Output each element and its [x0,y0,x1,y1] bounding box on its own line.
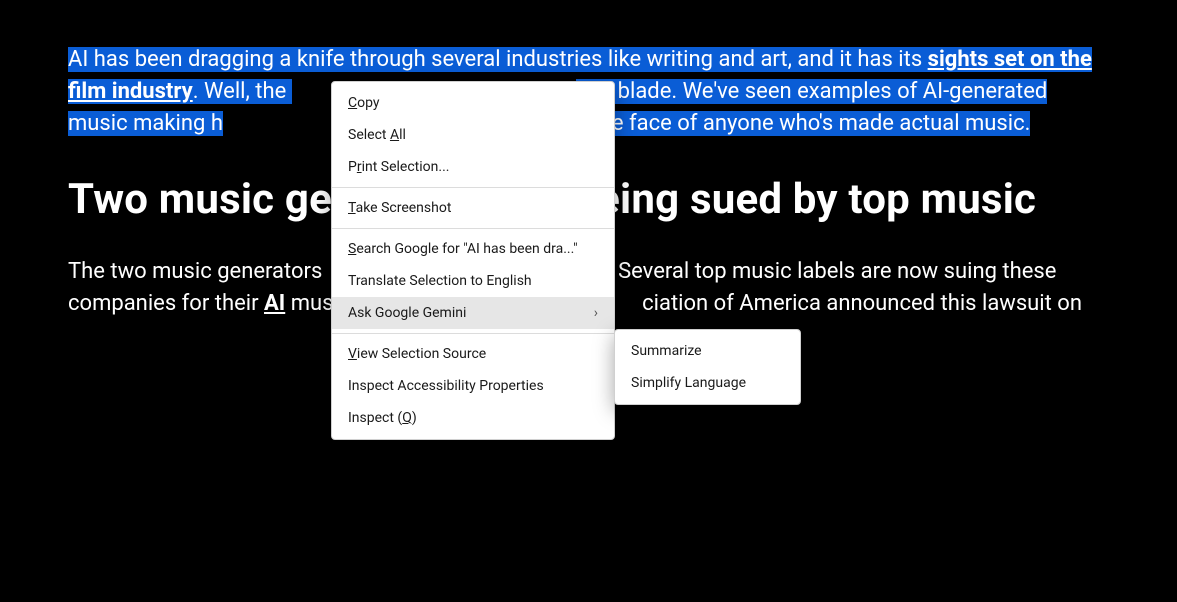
chevron-right-icon: › [594,305,598,321]
submenu-simplify[interactable]: Simplify Language [615,367,800,399]
menu-inspect-accessibility[interactable]: Inspect Accessibility Properties [332,370,614,402]
menu-search-google[interactable]: Search Google for "AI has been dra..." [332,233,614,265]
menu-print-selection[interactable]: Print Selection... [332,151,614,183]
menu-separator [332,333,614,334]
menu-select-all[interactable]: Select All [332,119,614,151]
menu-translate[interactable]: Translate Selection to English [332,265,614,297]
menu-inspect[interactable]: Inspect (Q) [332,402,614,434]
menu-copy[interactable]: CCopyopy [332,87,614,119]
submenu-summarize[interactable]: Summarize [615,335,800,367]
ai-link[interactable]: AI [264,291,285,316]
menu-ask-gemini[interactable]: Ask Google Gemini › [332,297,614,329]
gemini-submenu: Summarize Simplify Language [614,329,801,405]
menu-view-source[interactable]: View Selection Source [332,338,614,370]
menu-separator [332,228,614,229]
menu-separator [332,187,614,188]
context-menu: CCopyopy Select All Print Selection... T… [331,81,615,440]
menu-take-screenshot[interactable]: Take Screenshot [332,192,614,224]
